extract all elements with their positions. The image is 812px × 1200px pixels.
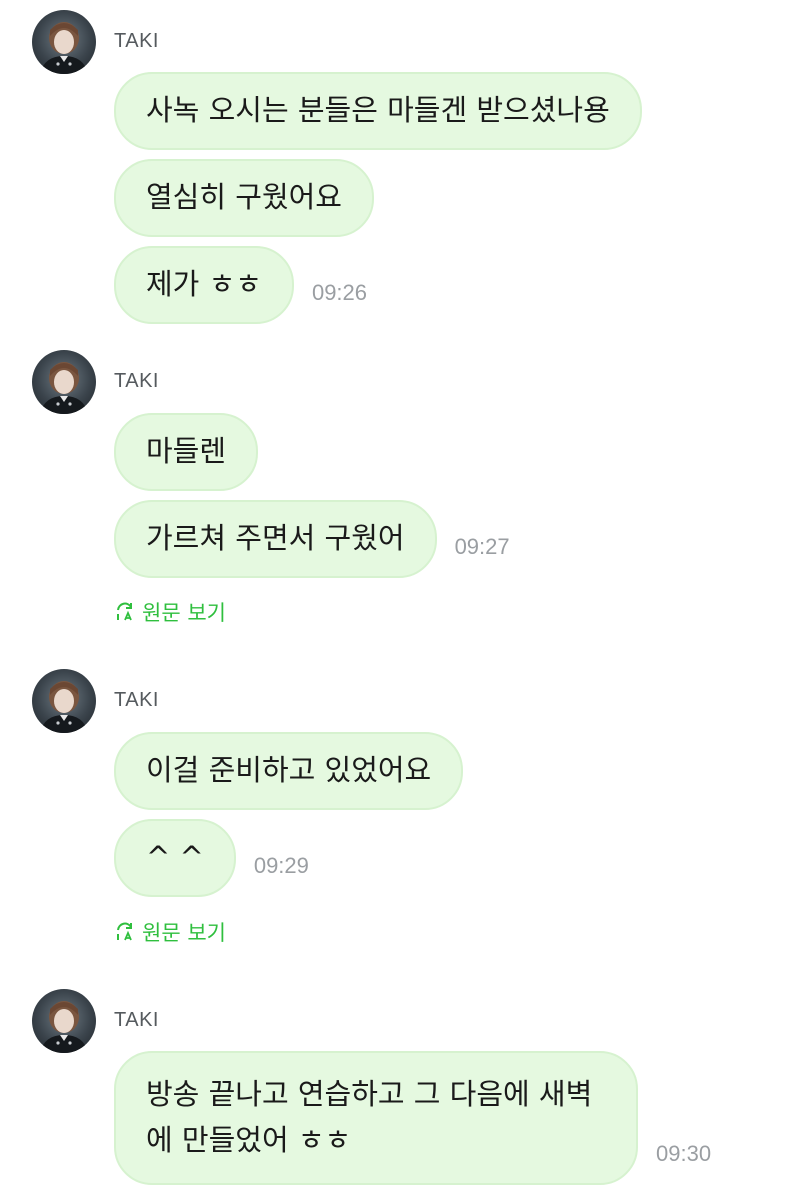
timestamp: 09:30 — [656, 1141, 712, 1166]
message-row: ^ ^ 09:29 — [114, 819, 309, 897]
avatar-portrait-icon — [40, 22, 88, 74]
sender-name: TAKI — [114, 370, 159, 392]
timestamp: 09:26 — [311, 280, 368, 305]
message-row: 이걸 준비하고 있었어요 — [114, 732, 464, 810]
view-original-label[interactable]: 원문 보기 — [142, 917, 226, 947]
avatar-portrait-icon — [40, 1001, 88, 1053]
translate-refresh-icon — [117, 602, 132, 621]
sender-name: TAKI — [114, 1009, 159, 1031]
message-bubble[interactable]: ^ ^ — [114, 819, 236, 897]
avatar[interactable] — [32, 989, 96, 1053]
translate-refresh-icon — [117, 922, 132, 941]
view-original-label[interactable]: 원문 보기 — [142, 597, 226, 627]
avatar[interactable] — [32, 10, 96, 74]
sender-name: TAKI — [114, 689, 159, 711]
message-row: 제가 ㅎㅎ 09:26 — [114, 246, 367, 324]
message-row: 마들렌 — [114, 413, 259, 491]
message-bubble[interactable]: 제가 ㅎㅎ — [114, 246, 294, 324]
view-original-link[interactable]: 원문 보기 — [114, 597, 226, 627]
avatar-portrait-icon — [40, 681, 88, 733]
message-bubble[interactable]: 방송 끝나고 연습하고 그 다음에 새벽에 만들었어 ㅎㅎ — [114, 1051, 638, 1185]
sender-name: TAKI — [114, 30, 159, 52]
message-row: 사녹 오시는 분들은 마들겐 받으셨나용 — [114, 72, 642, 150]
timestamp: 09:27 — [454, 534, 510, 559]
message-bubble[interactable]: 가르쳐 주면서 구웠어 — [114, 500, 437, 578]
message-bubble[interactable]: 이걸 준비하고 있었어요 — [114, 732, 464, 810]
timestamp: 09:29 — [253, 853, 309, 878]
message-bubble[interactable]: 사녹 오시는 분들은 마들겐 받으셨나용 — [114, 72, 642, 150]
avatar-portrait-icon — [40, 362, 88, 414]
avatar[interactable] — [32, 350, 96, 414]
message-row: 가르쳐 주면서 구웠어 09:27 — [114, 500, 510, 578]
message-row: 열심히 구웠어요 — [114, 159, 374, 237]
message-row: 방송 끝나고 연습하고 그 다음에 새벽에 만들었어 ㅎㅎ 09:30 — [114, 1051, 711, 1185]
message-bubble[interactable]: 마들렌 — [114, 413, 259, 491]
view-original-link[interactable]: 원문 보기 — [114, 917, 226, 947]
message-bubble[interactable]: 열심히 구웠어요 — [114, 159, 374, 237]
avatar[interactable] — [32, 669, 96, 733]
